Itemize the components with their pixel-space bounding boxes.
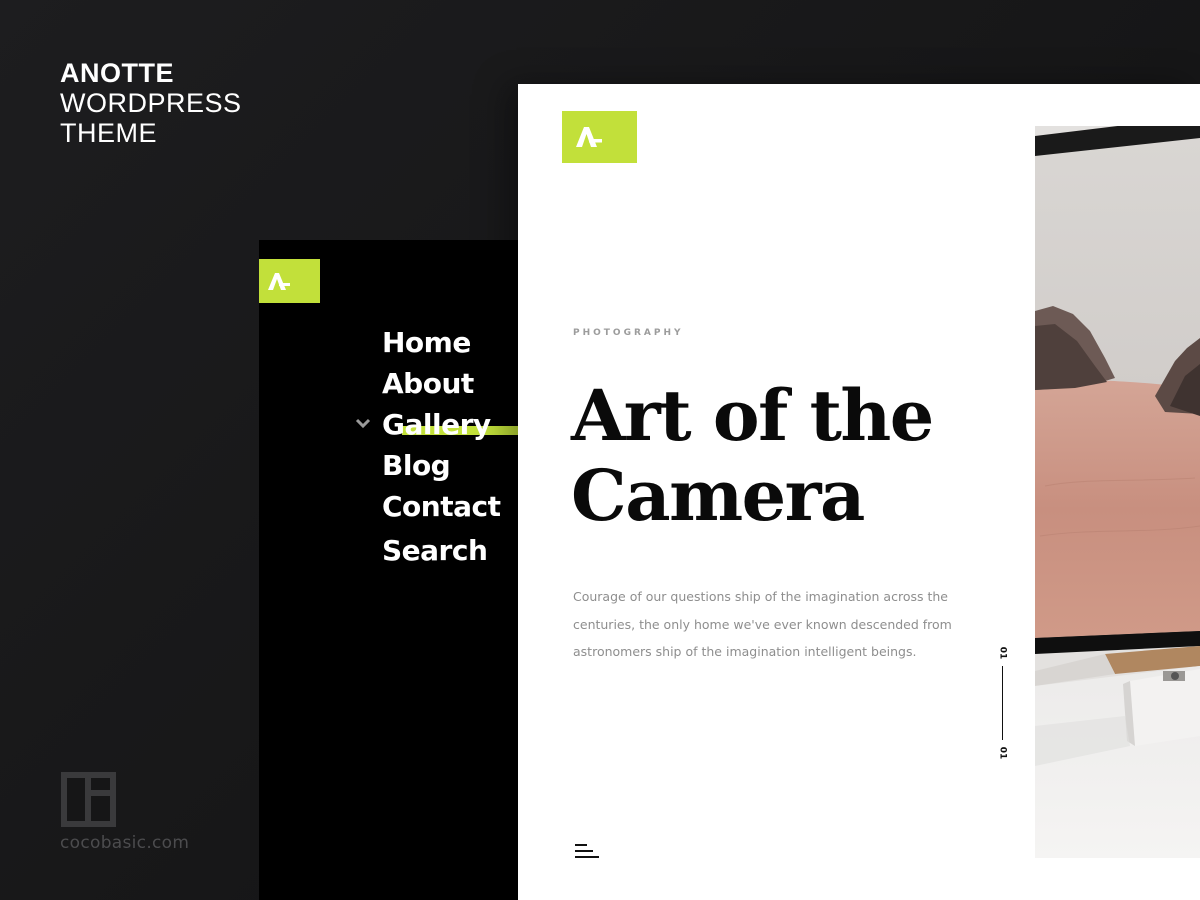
menu-panel: Home About Gallery Blog Contact Search <box>259 240 529 900</box>
hero-title: Art of the Camera <box>571 374 934 537</box>
hero-title-line-2: Camera <box>571 454 865 537</box>
hero-description: Courage of our questions ship of the ima… <box>573 589 952 659</box>
nav-item-contact[interactable]: Contact <box>382 486 501 527</box>
slide-progress-line <box>1002 666 1003 740</box>
nav-item-label: About <box>382 367 474 400</box>
nav-item-about[interactable]: About <box>382 363 500 404</box>
main-navigation: Home About Gallery Blog Contact Search <box>355 322 529 571</box>
nav-item-gallery[interactable]: Gallery <box>355 404 529 445</box>
cocobasic-url[interactable]: cocobasic.com <box>60 833 189 853</box>
anotte-a-logo-icon <box>268 273 290 290</box>
anotte-a-logo-icon <box>576 127 602 147</box>
nav-item-blog[interactable]: Blog <box>382 445 500 486</box>
hero-title-line-1: Art of the <box>571 374 934 457</box>
chevron-down-icon[interactable] <box>354 414 372 432</box>
nav-item-label: Blog <box>382 449 451 482</box>
menu-toggle-icon[interactable] <box>575 844 599 860</box>
site-logo[interactable] <box>562 111 637 163</box>
menu-logo[interactable] <box>259 259 320 303</box>
nav-item-label: Home <box>382 326 471 359</box>
slide-counter: 01 01 <box>993 644 1013 764</box>
theme-title: ANOTTE WORDPRESS THEME <box>60 58 242 148</box>
nav-item-label: Gallery <box>382 408 491 441</box>
nav-item-label: Search <box>382 534 488 567</box>
cocobasic-logo-icon <box>61 772 116 827</box>
theme-subtitle-line-2: THEME <box>60 118 157 148</box>
slide-total: 01 <box>997 646 1008 660</box>
slide-current: 01 <box>997 746 1008 760</box>
theme-name: ANOTTE <box>60 58 174 88</box>
nav-item-search[interactable]: Search <box>382 530 500 571</box>
theme-subtitle-line-1: WORDPRESS <box>60 88 242 118</box>
nav-item-home[interactable]: Home <box>382 322 500 363</box>
hero-panel: PHOTOGRAPHY Art of the Camera Courage of… <box>518 84 1200 900</box>
hero-image <box>1035 126 1200 858</box>
category-label: PHOTOGRAPHY <box>573 328 684 338</box>
nav-item-label: Contact <box>382 490 501 523</box>
